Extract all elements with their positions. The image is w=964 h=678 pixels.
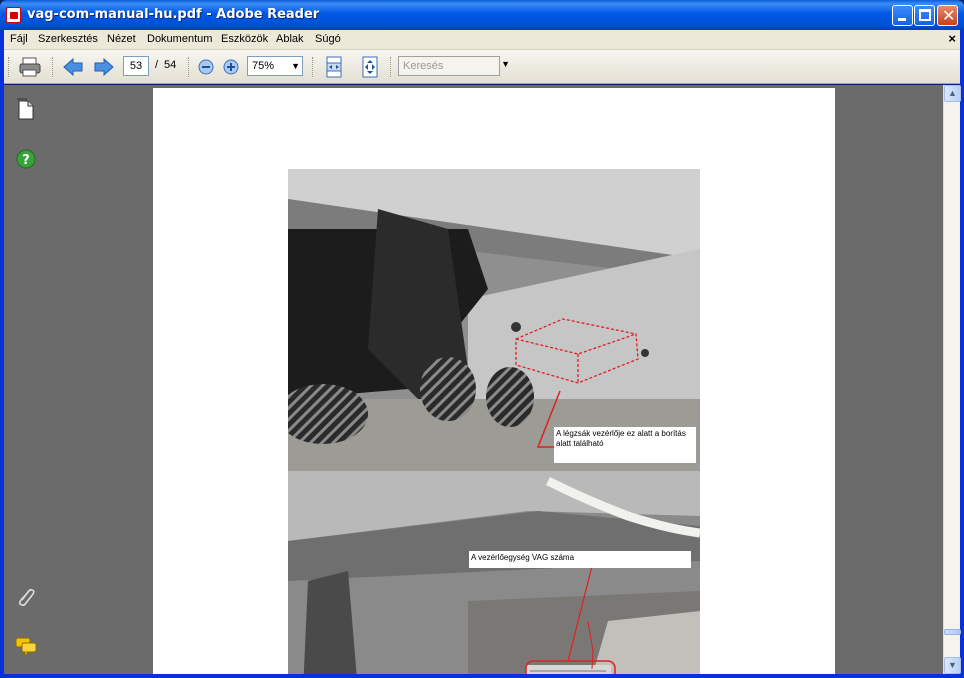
menu-window[interactable]: Ablak (276, 33, 304, 45)
toolbar: 53 / 54 75% ▼ Keresés ▼ (4, 50, 960, 84)
toolbar-separator (390, 57, 392, 77)
menu-tools[interactable]: Eszközök (221, 33, 268, 45)
pdf-page: A légzsák vezérlője ez alatt a borítás a… (153, 88, 835, 674)
zoom-out-icon (198, 59, 214, 75)
next-page-button[interactable] (92, 55, 116, 79)
vag-number-callout: A vezérlőegység VAG száma (469, 551, 691, 568)
comments-button[interactable] (14, 634, 38, 658)
maximize-icon (919, 9, 931, 21)
paperclip-icon (18, 588, 35, 607)
adobe-pdf-icon (6, 7, 21, 23)
window-frame-bottom (0, 674, 964, 678)
search-dropdown-icon[interactable]: ▼ (501, 59, 510, 69)
minimize-icon (898, 18, 906, 21)
vertical-scrollbar[interactable]: ▲ ▼ (943, 85, 961, 674)
minimize-button[interactable] (892, 5, 913, 26)
pedals-image (288, 169, 700, 471)
arrow-up-icon: ▲ (948, 88, 957, 98)
pages-panel-icon (17, 98, 34, 120)
maximize-button[interactable] (914, 5, 935, 26)
help-icon: ? (16, 149, 36, 169)
help-button[interactable]: ? (14, 147, 38, 171)
previous-page-button[interactable] (61, 55, 85, 79)
search-box[interactable]: Keresés ▼ (398, 56, 510, 76)
close-document-button[interactable]: × (948, 31, 956, 46)
fit-page-button[interactable] (359, 55, 381, 79)
zoom-in-button[interactable] (221, 55, 241, 79)
menu-bar: Fájl Szerkesztés Nézet Dokumentum Eszköz… (4, 30, 960, 50)
control-unit-image (288, 471, 700, 674)
airbag-callout: A légzsák vezérlője ez alatt a borítás a… (554, 427, 696, 463)
menu-document[interactable]: Dokumentum (147, 33, 212, 45)
document-view[interactable]: A légzsák vezérlője ez alatt a borítás a… (54, 85, 943, 674)
scroll-thumb[interactable] (944, 629, 961, 635)
total-pages: 54 (164, 59, 177, 71)
menu-edit[interactable]: Szerkesztés (38, 33, 98, 45)
svg-text:?: ? (22, 153, 30, 168)
toolbar-separator (312, 57, 314, 77)
window-title: vag-com-manual-hu.pdf - Adobe Reader (27, 7, 320, 22)
page-number-input[interactable]: 53 (123, 56, 149, 76)
zoom-in-icon (223, 59, 239, 75)
comments-icon (15, 637, 37, 658)
fit-width-button[interactable] (323, 55, 345, 79)
pages-panel-button[interactable] (14, 97, 38, 121)
zoom-out-button[interactable] (196, 55, 216, 79)
toolbar-separator (52, 57, 54, 77)
menu-file[interactable]: Fájl (10, 33, 28, 45)
control-unit-photo: A vezérlőegység VAG száma (288, 471, 700, 674)
title-bar[interactable]: vag-com-manual-hu.pdf - Adobe Reader ✕ (0, 0, 964, 30)
attachments-button[interactable] (14, 585, 38, 609)
navigation-pane: ? (4, 85, 54, 674)
zoom-value: 75% (252, 60, 275, 72)
menu-help[interactable]: Súgó (315, 33, 341, 45)
close-icon: ✕ (942, 6, 956, 25)
close-button[interactable]: ✕ (937, 5, 958, 26)
search-input[interactable]: Keresés (398, 56, 500, 76)
toolbar-separator (188, 57, 190, 77)
scroll-up-button[interactable]: ▲ (944, 85, 961, 102)
toolbar-grip (8, 57, 10, 77)
print-button[interactable] (16, 55, 44, 79)
fit-width-icon (326, 56, 342, 78)
chevron-down-icon: ▼ (291, 61, 300, 71)
zoom-select[interactable]: 75% ▼ (247, 56, 303, 76)
next-page-icon (94, 57, 114, 77)
page-separator: / (155, 59, 159, 71)
print-icon (19, 57, 41, 77)
scroll-down-button[interactable]: ▼ (944, 657, 961, 674)
fit-page-icon (362, 56, 378, 78)
previous-page-icon (63, 57, 83, 77)
arrow-down-icon: ▼ (948, 660, 957, 670)
menu-view[interactable]: Nézet (107, 33, 136, 45)
footwell-photo: A légzsák vezérlője ez alatt a borítás a… (288, 169, 700, 471)
window-frame-right (960, 30, 964, 678)
